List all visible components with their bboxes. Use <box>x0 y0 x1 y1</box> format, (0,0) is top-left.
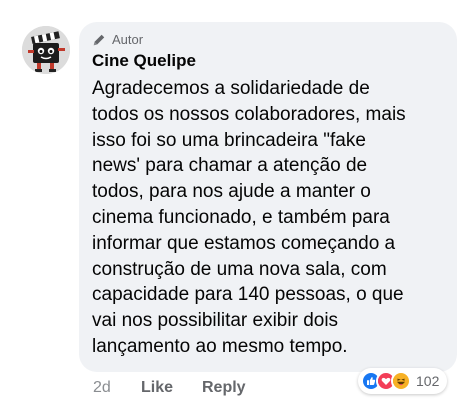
clapperboard-mascot-icon <box>22 26 70 74</box>
author-name[interactable]: Cine Quelipe <box>92 51 196 71</box>
comment-timestamp[interactable]: 2d <box>93 379 141 397</box>
author-badge-label: Autor <box>112 32 144 47</box>
comment-text: Agradecemos a solidariedade de todos os … <box>92 78 406 357</box>
pencil-icon <box>93 34 105 46</box>
reactions-summary[interactable]: 102 <box>358 368 448 394</box>
reply-button[interactable]: Reply <box>202 379 246 397</box>
avatar[interactable] <box>22 26 70 74</box>
like-button[interactable]: Like <box>141 379 202 397</box>
comment: Autor Cine Quelipe Agradecemos a solidar… <box>0 0 473 409</box>
haha-icon <box>391 371 411 391</box>
author-badge: Autor <box>92 32 143 48</box>
reaction-count: 102 <box>416 373 440 389</box>
comment-actions: 2d Like Reply <box>93 379 246 397</box>
